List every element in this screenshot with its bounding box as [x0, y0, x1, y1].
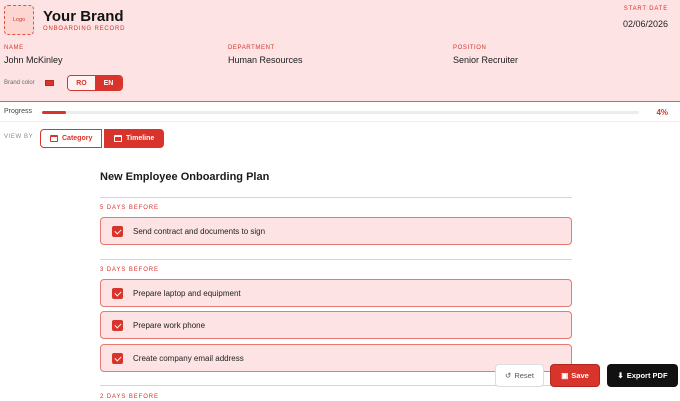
task-item[interactable]: Prepare work phone: [100, 311, 572, 339]
brand-color-swatch[interactable]: [45, 80, 54, 86]
progress-bar: [42, 111, 639, 114]
progress-percent: 4%: [656, 108, 668, 117]
section-divider: [100, 259, 572, 260]
progress-bar-fill: [42, 111, 66, 114]
view-category-label: Category: [62, 135, 93, 142]
task-text: Send contract and documents to sign: [133, 226, 266, 236]
brand-color-label: Brand color: [4, 80, 35, 86]
logo-placeholder[interactable]: Logo: [4, 5, 34, 35]
task-item[interactable]: Send contract and documents to sign: [100, 217, 572, 245]
divider: [0, 121, 680, 122]
download-icon: ⬇: [617, 371, 624, 380]
language-toggle: RO EN: [67, 75, 123, 91]
reset-icon: ↺: [505, 371, 512, 380]
language-option-en[interactable]: EN: [95, 76, 122, 90]
section-label: 2 DAYS BEFORE: [100, 394, 159, 400]
checkbox-checked-icon[interactable]: [112, 287, 123, 299]
export-label: Export PDF: [626, 371, 668, 380]
save-label: Save: [571, 371, 589, 380]
plan-title: New Employee Onboarding Plan: [100, 171, 270, 183]
calendar-icon: [50, 135, 58, 142]
language-option-ro[interactable]: RO: [68, 76, 95, 90]
save-button[interactable]: ▣ Save: [550, 364, 600, 387]
brand-subtitle: ONBOARDING RECORD: [43, 26, 126, 32]
export-pdf-button[interactable]: ⬇ Export PDF: [607, 364, 678, 387]
position-label: POSITION: [453, 45, 487, 51]
logo-label: Logo: [12, 17, 26, 23]
section-label: 3 DAYS BEFORE: [100, 267, 159, 273]
name-label: NAME: [4, 45, 24, 51]
task-text: Create company email address: [133, 353, 244, 363]
brand-name: Your Brand: [43, 8, 124, 25]
department-label: DEPARTMENT: [228, 45, 275, 51]
view-category-button[interactable]: Category: [40, 129, 103, 148]
checkbox-checked-icon[interactable]: [112, 225, 123, 237]
section-label: 5 DAYS BEFORE: [100, 205, 159, 211]
start-date-value[interactable]: 02/06/2026: [623, 19, 668, 29]
section-divider: [100, 197, 572, 198]
checkbox-checked-icon[interactable]: [112, 319, 123, 331]
calendar-icon: [114, 135, 122, 142]
task-item[interactable]: Prepare laptop and equipment: [100, 279, 572, 307]
view-by-label: VIEW BY: [4, 134, 34, 140]
task-text: Prepare work phone: [133, 320, 206, 330]
department-value[interactable]: Human Resources: [228, 55, 303, 65]
position-value[interactable]: Senior Recruiter: [453, 55, 518, 65]
view-timeline-label: Timeline: [126, 135, 155, 142]
name-value[interactable]: John McKinley: [4, 55, 63, 65]
task-text: Prepare laptop and equipment: [133, 288, 241, 298]
reset-button[interactable]: ↺ Reset: [495, 364, 544, 387]
view-timeline-button[interactable]: Timeline: [104, 129, 165, 148]
record-header: Logo Your Brand ONBOARDING RECORD START …: [0, 0, 680, 102]
start-date-label: START DATE: [623, 6, 668, 12]
floppy-disk-icon: ▣: [561, 371, 569, 380]
checkbox-checked-icon[interactable]: [112, 352, 123, 364]
reset-label: Reset: [514, 371, 534, 380]
progress-label: Progress: [4, 108, 33, 115]
